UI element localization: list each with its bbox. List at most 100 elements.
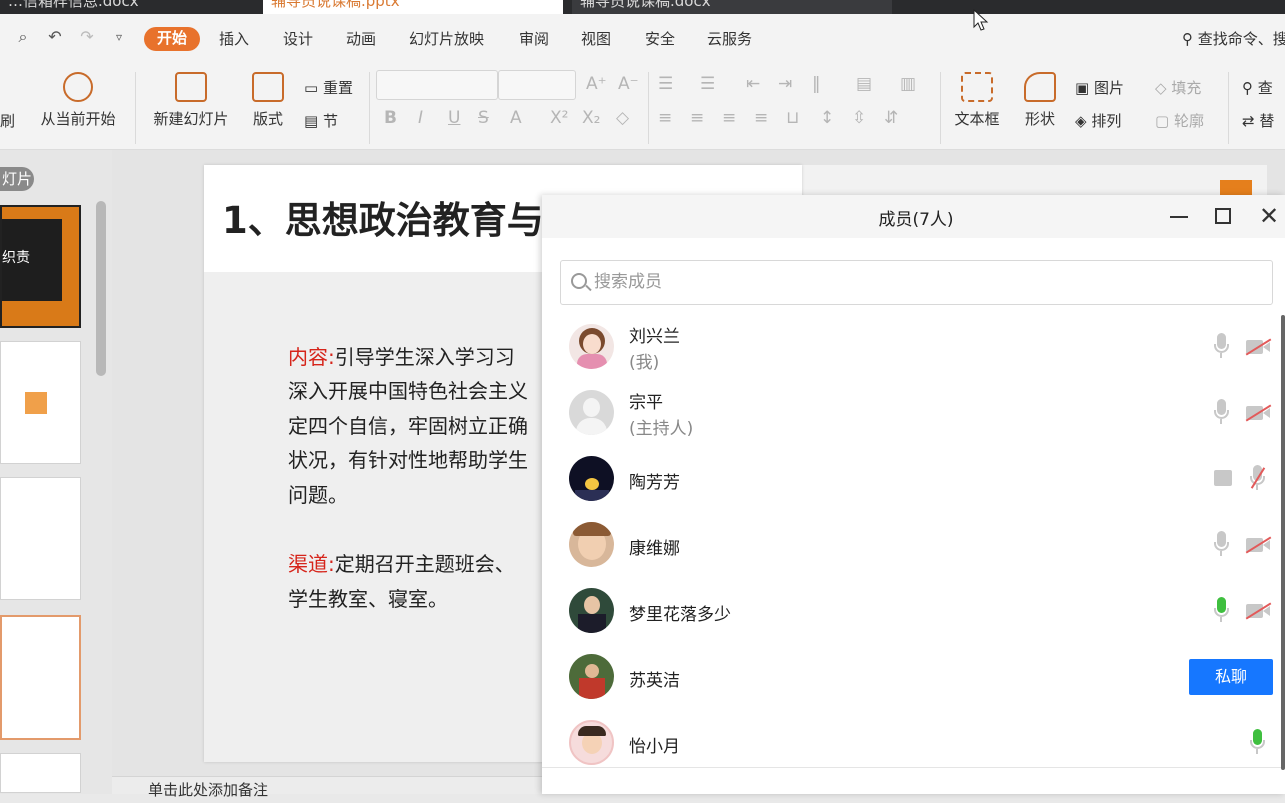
slide-title[interactable]: 1、思想政治教育与 (222, 190, 544, 244)
member-row[interactable]: 陶芳芳 (542, 446, 1277, 512)
clear-format-icon[interactable]: ◇ (616, 108, 629, 128)
menu-slideshow[interactable]: 幻灯片放映 (409, 28, 484, 50)
decrease-font-icon[interactable]: A⁻ (618, 74, 639, 94)
maximize-button[interactable] (1215, 208, 1231, 224)
superscript-icon[interactable]: X² (550, 108, 568, 128)
align-left-icon[interactable]: ≡ (658, 108, 672, 128)
slide-channel-line[interactable]: 渠道:定期召开主题班会、 (288, 548, 515, 577)
menu-animation[interactable]: 动画 (346, 28, 376, 50)
paragraph-settings-icon[interactable]: ⇵ (884, 108, 898, 128)
avatar (569, 654, 614, 699)
underline-icon[interactable]: U (448, 108, 460, 128)
format-painter-button[interactable]: 刷 (0, 110, 15, 131)
justify-icon[interactable]: ≡ (754, 108, 768, 128)
slide-content-line[interactable]: 定四个自信，牢固树立正确 (288, 410, 528, 439)
document-tab[interactable]: 辅导员说课稿.docx (572, 0, 892, 14)
slide-content-line[interactable]: 状况，有针对性地帮助学生 (288, 444, 528, 473)
layout-button[interactable]: 版式 (246, 72, 290, 129)
camera-off-icon[interactable] (1245, 338, 1272, 356)
slide-thumbnail[interactable] (0, 341, 81, 464)
textbox-button[interactable]: 文本框 (948, 72, 1006, 129)
screen-share-icon[interactable] (1214, 470, 1232, 486)
menu-insert[interactable]: 插入 (219, 28, 249, 50)
print-preview-icon[interactable]: ⌕ (14, 28, 32, 46)
slide-channel-line[interactable]: 学生教室、寝室。 (288, 583, 448, 612)
camera-off-icon[interactable] (1245, 602, 1272, 620)
bullet-list-icon[interactable]: ☰ (658, 74, 673, 94)
replace-button[interactable]: ⇄ 替 (1242, 110, 1274, 131)
find-button[interactable]: ⚲ 查 (1242, 77, 1273, 98)
undo-icon[interactable]: ↶ (46, 28, 64, 46)
italic-icon[interactable]: I (418, 108, 423, 128)
menu-home[interactable]: 开始 (144, 27, 200, 51)
bold-icon[interactable]: B (384, 108, 397, 128)
increase-indent-icon[interactable]: ⇥ (778, 74, 792, 94)
redo-icon[interactable]: ↷ (78, 28, 96, 46)
reset-button[interactable]: ▭ 重置 (304, 77, 353, 98)
distribute-icon[interactable]: ⊔ (786, 108, 799, 128)
minimize-button[interactable] (1168, 205, 1190, 227)
slide-thumbnail[interactable] (0, 477, 81, 600)
camera-off-icon[interactable] (1245, 536, 1272, 554)
quick-access-dropdown-icon[interactable]: ▿ (110, 28, 128, 46)
increase-font-icon[interactable]: A⁺ (586, 74, 607, 94)
mic-active-icon[interactable] (1214, 597, 1229, 623)
mic-muted-icon[interactable] (1250, 465, 1266, 491)
mic-active-icon[interactable] (1250, 729, 1265, 755)
dialog-scrollbar[interactable] (1281, 315, 1285, 770)
text-direction-icon[interactable]: ▤ (856, 74, 872, 94)
slide-content-line[interactable]: 问题。 (288, 479, 348, 508)
command-search[interactable]: ⚲ 查找命令、搜 (1182, 28, 1285, 49)
shape-button[interactable]: 形状 (1018, 72, 1062, 129)
menu-cloud[interactable]: 云服务 (707, 28, 752, 50)
camera-off-icon[interactable] (1245, 404, 1272, 422)
document-tab-active[interactable]: 辅导员说课稿.pptx (263, 0, 563, 14)
mic-icon[interactable] (1214, 399, 1229, 425)
panel-scrollbar[interactable] (96, 201, 106, 376)
menu-design[interactable]: 设计 (283, 28, 313, 50)
slide-thumbnail[interactable]: 织责 (0, 205, 81, 328)
columns-icon[interactable]: ‖ (812, 74, 821, 94)
mic-icon[interactable] (1214, 333, 1229, 359)
member-row[interactable]: 梦里花落多少 (542, 578, 1277, 644)
font-size-select[interactable] (498, 70, 576, 100)
menu-review[interactable]: 审阅 (519, 28, 549, 50)
document-tab[interactable]: …信箱样信息.docx (0, 0, 255, 14)
picture-button[interactable]: ▣ 图片 (1075, 77, 1124, 98)
member-search-input[interactable] (594, 270, 1194, 294)
member-row[interactable]: 康维娜 (542, 512, 1277, 578)
arrange-button[interactable]: ◈ 排列 (1075, 110, 1121, 131)
line-spacing-icon[interactable]: ↕ (820, 108, 834, 128)
subscript-icon[interactable]: X₂ (582, 108, 600, 128)
slides-tab[interactable]: 灯片 (0, 167, 34, 191)
menu-view[interactable]: 视图 (581, 28, 611, 50)
align-center-icon[interactable]: ≡ (690, 108, 704, 128)
slide-content-line[interactable]: 内容:引导学生深入学习习 (288, 341, 515, 370)
mic-icon[interactable] (1214, 531, 1229, 557)
new-slide-button[interactable]: 新建幻灯片 (146, 72, 236, 129)
member-row[interactable]: 苏英洁 (542, 644, 1277, 710)
slide-thumbnail[interactable] (0, 753, 81, 793)
font-family-select[interactable] (376, 70, 498, 100)
outline-button[interactable]: ▢ 轮廓 (1155, 110, 1204, 131)
menu-security[interactable]: 安全 (645, 28, 675, 50)
align-text-icon[interactable]: ▥ (900, 74, 916, 94)
fill-button[interactable]: ◇ 填充 (1155, 77, 1201, 98)
notes-pane[interactable]: 单击此处添加备注 (112, 776, 542, 799)
play-from-current-button[interactable]: 从当前开始 (34, 72, 122, 129)
slide-content-line[interactable]: 深入开展中国特色社会主义 (288, 375, 528, 404)
slide-thumbnail-selected[interactable] (0, 615, 81, 740)
paragraph-spacing-icon[interactable]: ⇳ (852, 108, 866, 128)
member-row[interactable]: 宗平 (主持人) (542, 380, 1277, 446)
textbox-label: 文本框 (954, 110, 1000, 128)
numbered-list-icon[interactable]: ☰ (700, 74, 715, 94)
private-chat-button[interactable]: 私聊 (1189, 659, 1273, 695)
align-right-icon[interactable]: ≡ (722, 108, 736, 128)
font-color-icon[interactable]: A (510, 108, 522, 128)
section-button[interactable]: ▤ 节 (304, 110, 338, 131)
strikethrough-icon[interactable]: S (478, 108, 489, 128)
decrease-indent-icon[interactable]: ⇤ (746, 74, 760, 94)
member-row[interactable]: 刘兴兰 (我) (542, 314, 1277, 380)
member-name: 苏英洁 (629, 671, 680, 691)
close-button[interactable]: ✕ (1258, 204, 1280, 228)
